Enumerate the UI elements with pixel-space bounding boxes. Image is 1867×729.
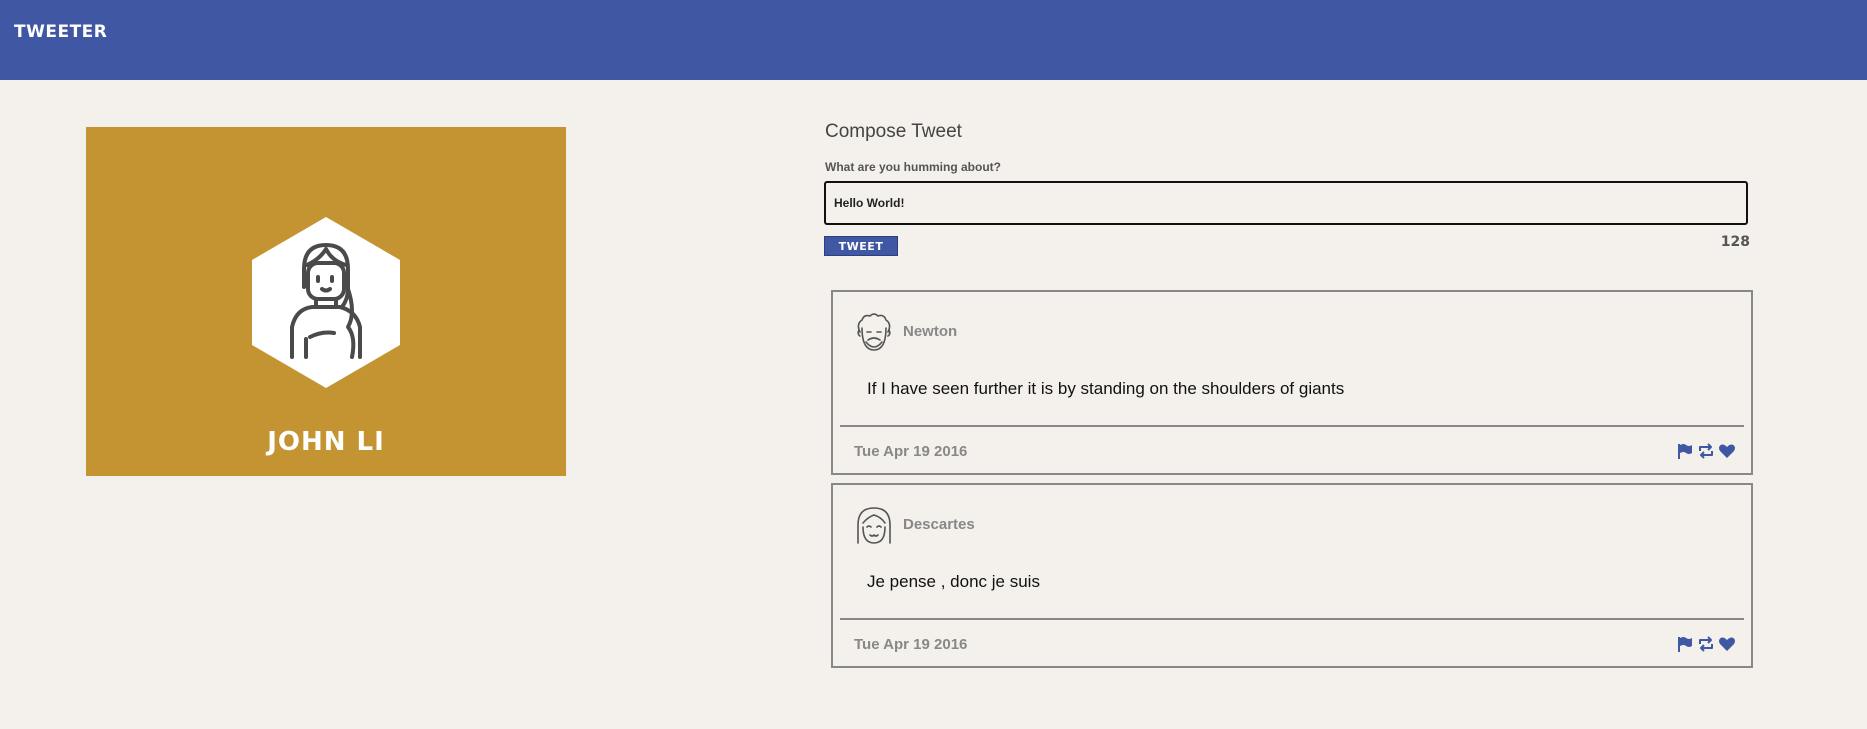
tweet-card: Descartes Je pense , donc je suis Tue Ap… (831, 483, 1753, 668)
compose-title: Compose Tweet (825, 121, 962, 142)
tweet-input[interactable] (824, 181, 1748, 225)
tweet-date: Tue Apr 19 2016 (854, 636, 968, 653)
newton-avatar-icon (857, 313, 891, 351)
heart-icon[interactable] (1718, 442, 1736, 460)
top-navbar: TWEETER (0, 0, 1867, 80)
tweet-card: Newton If I have seen further it is by s… (831, 290, 1753, 475)
tweet-date: Tue Apr 19 2016 (854, 443, 968, 460)
tweet-button[interactable]: TWEET (824, 236, 898, 256)
brand-logo[interactable]: TWEETER (14, 22, 107, 42)
retweet-icon[interactable] (1697, 442, 1715, 460)
flag-icon[interactable] (1676, 635, 1694, 653)
flag-icon[interactable] (1676, 442, 1694, 460)
tweet-author: Newton (903, 323, 958, 340)
heart-icon[interactable] (1718, 635, 1736, 653)
descartes-avatar-icon (857, 507, 891, 544)
compose-label: What are you humming about? (825, 160, 1001, 174)
tweet-divider (840, 618, 1744, 620)
profile-name: JOHN LI (267, 427, 385, 457)
tweet-content: Je pense , donc je suis (867, 572, 1040, 591)
char-counter: 128 (1720, 234, 1750, 250)
tweet-author: Descartes (903, 516, 975, 533)
tweet-actions (1676, 635, 1736, 653)
retweet-icon[interactable] (1697, 635, 1715, 653)
profile-card: JOHN LI (86, 127, 566, 476)
tweet-divider (840, 425, 1744, 427)
profile-avatar (252, 217, 400, 388)
tweet-content: If I have seen further it is by standing… (867, 379, 1345, 398)
tweet-actions (1676, 442, 1736, 460)
